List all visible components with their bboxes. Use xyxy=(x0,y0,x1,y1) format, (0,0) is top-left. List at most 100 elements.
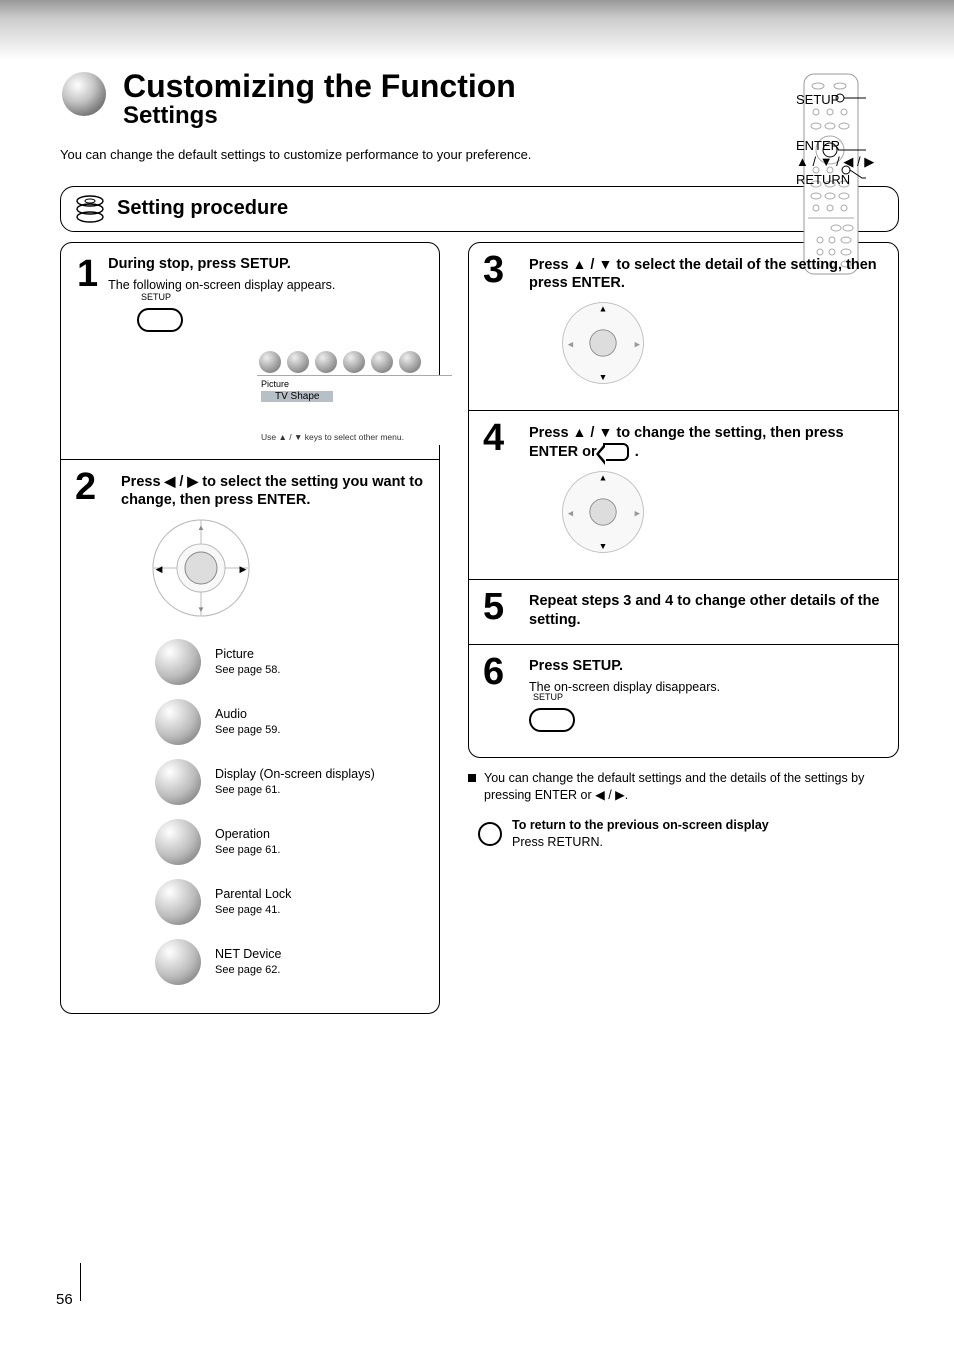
svg-text:▲: ▲ xyxy=(599,304,608,314)
pg: 59 xyxy=(265,724,277,736)
osd-mini-icon xyxy=(287,351,309,373)
step-2-head: Press ◀ / ▶ to select the setting you wa… xyxy=(121,472,425,511)
cat-name: Operation xyxy=(215,827,270,841)
osd-hint: Use ▲ / ▼ keys to select other menu. xyxy=(261,432,448,442)
left-arrow-icon: ◀ xyxy=(165,473,176,489)
list-item: NET DeviceSee page 62. xyxy=(155,939,425,985)
list-item: Picture See page 58. xyxy=(155,639,425,685)
svg-text:▲: ▲ xyxy=(197,523,205,532)
column-left: 1 During stop, press SETUP. The followin… xyxy=(60,242,440,1015)
return-row: To return to the previous on-screen disp… xyxy=(478,817,899,850)
reel-icon xyxy=(75,193,105,225)
setup-button-icon xyxy=(137,308,183,332)
page-content: Customizing the Function Settings You ca… xyxy=(0,0,954,1014)
cat-name: Picture xyxy=(215,647,254,661)
step-3-number: 3 xyxy=(483,251,504,289)
osd-mini-icon xyxy=(371,351,393,373)
list-item: Parental LockSee page 41. xyxy=(155,879,425,925)
down-arrow-icon: ▼ xyxy=(599,256,613,272)
step-4-number: 4 xyxy=(483,419,504,457)
cat-name: Audio xyxy=(215,707,247,721)
list-item-text: Display (On-screen displays)See page 61. xyxy=(215,767,375,798)
procedure-bar: Setting procedure xyxy=(60,186,899,232)
step-2-head-a: Press xyxy=(121,474,165,490)
procedure-title: Setting procedure xyxy=(117,197,288,220)
osd-highlight: TV Shape xyxy=(261,391,333,402)
setup-button-icon xyxy=(529,708,575,732)
step-2-number: 2 xyxy=(75,468,96,506)
step-6-number: 6 xyxy=(483,653,504,691)
audio-icon xyxy=(155,699,201,745)
picture-icon xyxy=(155,639,201,685)
step-5-head: Repeat steps 3 and 4 to change other det… xyxy=(529,592,884,630)
up-arrow-icon: ▲ xyxy=(573,424,587,440)
list-item-text: NET DeviceSee page 62. xyxy=(215,947,281,978)
intro-text: You can change the default settings to c… xyxy=(60,146,570,164)
t: Press xyxy=(529,257,573,273)
osd-mini-icon xyxy=(315,351,337,373)
svg-text:▼: ▼ xyxy=(599,541,608,551)
osd-preview: Picture TV Shape Use ▲ / ▼ keys to selec… xyxy=(257,349,452,445)
svg-text:◀: ◀ xyxy=(156,564,163,574)
dpad-icon: ▲ ▼ ◀ ▶ xyxy=(559,468,647,556)
right-arrow-icon: ▶ xyxy=(187,473,198,489)
svg-text:▲: ▲ xyxy=(599,472,608,482)
osd-mini-icon xyxy=(399,351,421,373)
step-5-number: 5 xyxy=(483,588,504,626)
column-right: 3 Press ▲ / ▼ to select the detail of th… xyxy=(468,242,899,758)
list-item-text: Parental LockSee page 41. xyxy=(215,887,291,918)
remote-callout-setup: SETUP xyxy=(796,92,839,108)
list-item: Display (On-screen displays)See page 61. xyxy=(155,759,425,805)
return-text: To return to the previous on-screen disp… xyxy=(512,817,769,850)
osd-mini-icon xyxy=(259,351,281,373)
note-text: You can change the default settings and … xyxy=(484,770,899,804)
list-item-text: AudioSee page 59. xyxy=(215,707,280,738)
step-2: 2 Press ◀ / ▶ to select the setting you … xyxy=(61,459,439,1014)
t: Press xyxy=(529,425,573,441)
bullet-icon xyxy=(468,774,476,782)
note-block: You can change the default settings and … xyxy=(468,770,899,804)
parental-lock-icon xyxy=(155,879,201,925)
pg: 58 xyxy=(265,664,277,676)
setup-button-label: SETUP xyxy=(533,692,563,702)
pg: 62 xyxy=(265,964,277,976)
list-item: AudioSee page 59. xyxy=(155,699,425,745)
svg-text:◀: ◀ xyxy=(568,510,574,517)
step-5: 5 Repeat steps 3 and 4 to change other d… xyxy=(469,579,898,644)
title-row: Customizing the Function Settings xyxy=(60,70,899,128)
pg: 41 xyxy=(265,904,277,916)
step-1-head: During stop, press SETUP. xyxy=(108,255,335,274)
dpad-icon: ▲ ▼ ◀ ▶ xyxy=(151,518,251,618)
step-6-head: Press SETUP. xyxy=(529,657,884,676)
title-block: Customizing the Function Settings xyxy=(123,70,516,128)
tag-button-icon xyxy=(603,443,629,461)
svg-text:▶: ▶ xyxy=(635,510,641,517)
return-button-icon xyxy=(478,822,502,846)
pg: 61 xyxy=(265,784,277,796)
title-line1: Customizing the Function xyxy=(123,70,516,102)
list-item-text: OperationSee page 61. xyxy=(215,827,280,858)
osd-mini-icon xyxy=(343,351,365,373)
setup-button-label: SETUP xyxy=(141,292,171,302)
title-line2: Settings xyxy=(123,104,516,128)
list-item: OperationSee page 61. xyxy=(155,819,425,865)
svg-text:▶: ▶ xyxy=(635,342,641,349)
step-1: 1 During stop, press SETUP. The followin… xyxy=(61,243,439,459)
osd-text: Picture TV Shape Use ▲ / ▼ keys to selec… xyxy=(257,375,452,445)
up-arrow-icon: ▲ xyxy=(573,256,587,272)
step-4-head: Press ▲ / ▼ to change the setting, then … xyxy=(529,423,884,462)
step-6: 6 Press SETUP. The on-screen display dis… xyxy=(469,644,898,757)
svg-text:▼: ▼ xyxy=(599,372,608,382)
osd-icons-row xyxy=(257,349,452,375)
svg-text:▼: ▼ xyxy=(197,605,205,614)
dpad-icon: ▲ ▼ ◀ ▶ xyxy=(559,299,647,387)
svg-text:◀: ◀ xyxy=(568,342,574,349)
step-3: 3 Press ▲ / ▼ to select the detail of th… xyxy=(469,243,898,411)
cat-name: Parental Lock xyxy=(215,887,291,901)
osd-top-label: Picture xyxy=(261,379,448,389)
pg: 61 xyxy=(265,844,277,856)
t: . xyxy=(635,444,639,460)
sphere-icon xyxy=(60,70,108,118)
step-6-sub: The on-screen display disappears. xyxy=(529,679,884,695)
net-device-icon xyxy=(155,939,201,985)
